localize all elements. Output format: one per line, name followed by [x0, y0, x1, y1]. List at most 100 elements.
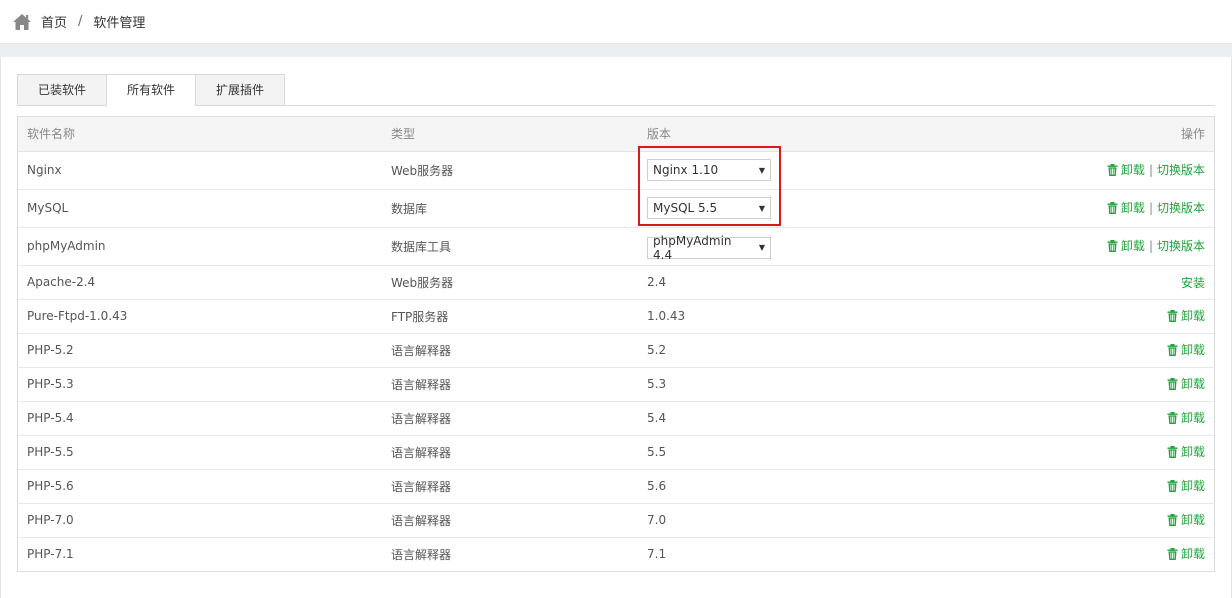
trash-icon: [1167, 344, 1178, 359]
table-row: Nginx Web服务器 Nginx 1.10 ▼ 卸载 | 切换版本: [18, 151, 1214, 189]
software-actions: 卸载 | 切换版本: [1038, 188, 1214, 227]
version-select-value: Nginx 1.10: [653, 163, 719, 177]
header-type: 类型: [382, 117, 638, 152]
uninstall-link[interactable]: 卸载: [1167, 445, 1205, 459]
software-type: 语言解释器: [382, 400, 638, 435]
trash-icon: [1167, 412, 1178, 427]
breadcrumb-current: 软件管理: [93, 16, 146, 31]
uninstall-link[interactable]: 卸载: [1107, 163, 1145, 177]
tab-all-software[interactable]: 所有软件: [106, 74, 196, 106]
software-type: 语言解释器: [382, 502, 638, 537]
install-link[interactable]: 安装: [1181, 276, 1205, 290]
uninstall-label: 卸载: [1180, 445, 1205, 459]
version-text: 5.6: [647, 479, 667, 493]
version-text: 7.1: [647, 547, 667, 562]
header-name: 软件名称: [18, 117, 382, 152]
software-name: MySQL: [18, 188, 382, 227]
uninstall-link[interactable]: 卸载: [1167, 377, 1205, 391]
uninstall-link[interactable]: 卸载: [1167, 411, 1205, 425]
version-text: 1.0.43: [647, 309, 686, 323]
version-text: 5.2: [647, 343, 667, 357]
uninstall-link[interactable]: 卸载: [1167, 547, 1205, 561]
table-row: PHP-5.4 语言解释器 5.4 卸载: [18, 400, 1214, 435]
uninstall-label: 卸载: [1180, 547, 1205, 562]
uninstall-label: 卸载: [1120, 239, 1145, 253]
software-name: PHP-5.6: [18, 468, 382, 503]
table-row: PHP-5.2 语言解释器 5.2 卸载: [18, 332, 1214, 367]
version-select-value: MySQL 5.5: [653, 201, 718, 215]
software-actions: 卸载: [1038, 536, 1214, 571]
software-type: Web服务器: [391, 163, 454, 178]
software-actions: 卸载: [1038, 502, 1214, 537]
software-type: 语言解释器: [382, 332, 638, 367]
version-select[interactable]: MySQL 5.5 ▼: [647, 197, 771, 219]
version-text: 5.5: [647, 445, 667, 459]
software-version: 7.1: [638, 536, 1038, 571]
software-actions: 卸载: [1038, 434, 1214, 469]
table-row: PHP-7.0 语言解释器 7.0 卸载: [18, 502, 1214, 537]
version-text: 7.0: [647, 513, 667, 527]
software-actions: 卸载: [1038, 332, 1214, 367]
software-actions: 卸载 | 切换版本: [1038, 151, 1214, 189]
table-row: phpMyAdmin 数据库工具 phpMyAdmin 4.4 ▼ 卸载 | 切换版本: [18, 226, 1214, 265]
breadcrumb-home[interactable]: 首页: [41, 12, 67, 31]
tab-installed[interactable]: 已装软件: [17, 74, 107, 106]
software-name: PHP-5.4: [18, 400, 382, 435]
software-version: Nginx 1.10 ▼: [638, 151, 1038, 189]
software-version: 1.0.43: [638, 298, 1038, 333]
uninstall-link[interactable]: 卸载: [1167, 309, 1205, 323]
software-type: 语言解释器: [382, 536, 638, 571]
table-row: PHP-5.5 语言解释器 5.5 卸载: [18, 434, 1214, 469]
software-actions: 安装: [1038, 264, 1214, 299]
software-version: 5.4: [638, 400, 1038, 435]
table-row: PHP-7.1 语言解释器 7.1 卸载: [18, 536, 1214, 571]
trash-icon: [1167, 548, 1178, 563]
header-version: 版本: [638, 117, 1038, 152]
uninstall-label: 卸载: [1180, 377, 1205, 391]
version-select[interactable]: phpMyAdmin 4.4 ▼: [647, 233, 771, 262]
software-type: 数据库工具: [382, 226, 638, 265]
software-type: 语言解释器: [382, 434, 638, 469]
software-type: Web服务器: [382, 264, 638, 299]
action-separator: |: [1148, 201, 1153, 215]
trash-icon: [1167, 310, 1178, 325]
software-actions: 卸载: [1038, 366, 1214, 401]
table-row: Apache-2.4 Web服务器 2.4 安装: [18, 264, 1214, 299]
software-name: phpMyAdmin: [18, 226, 382, 265]
software-name: PHP-7.0: [18, 502, 382, 537]
table-row: Pure-Ftpd-1.0.43 FTP服务器 1.0.43 卸载: [18, 298, 1214, 333]
uninstall-link[interactable]: 卸载: [1167, 479, 1205, 493]
software-name: PHP-7.1: [18, 536, 382, 571]
version-select-value: phpMyAdmin 4.4: [653, 233, 732, 262]
software-type: 数据库: [382, 188, 638, 227]
software-version: 7.0: [638, 502, 1038, 537]
software-version: 2.4: [638, 264, 1038, 299]
trash-icon: [1167, 378, 1178, 393]
trash-icon: [1167, 514, 1178, 529]
uninstall-label: 卸载: [1120, 201, 1145, 215]
uninstall-link[interactable]: 卸载: [1167, 343, 1205, 357]
software-name: PHP-5.3: [18, 366, 382, 401]
uninstall-link[interactable]: 卸载: [1167, 513, 1205, 527]
caret-down-icon: ▼: [758, 165, 765, 175]
tab-extensions[interactable]: 扩展插件: [195, 74, 285, 106]
table-row: PHP-5.3 语言解释器 5.3 卸载: [18, 366, 1214, 401]
software-actions: 卸载: [1038, 468, 1214, 503]
uninstall-label: 卸载: [1180, 513, 1205, 527]
switch-version-link[interactable]: 切换版本: [1157, 239, 1205, 253]
header-divider-band: [0, 44, 1232, 57]
version-select[interactable]: Nginx 1.10 ▼: [647, 159, 771, 181]
version-text: 2.4: [647, 275, 667, 289]
caret-down-icon: ▼: [758, 203, 765, 213]
home-icon[interactable]: [12, 13, 32, 31]
trash-icon: [1107, 240, 1118, 255]
software-table: 软件名称 类型 版本 操作 Nginx Web服务器 Nginx 1.10 ▼ 卸载 | 切…: [17, 116, 1215, 572]
software-name: Nginx: [27, 163, 62, 177]
switch-version-link[interactable]: 切换版本: [1157, 163, 1205, 177]
software-actions: 卸载: [1038, 298, 1214, 333]
uninstall-link[interactable]: 卸载: [1107, 201, 1145, 215]
switch-version-link[interactable]: 切换版本: [1157, 201, 1205, 215]
uninstall-link[interactable]: 卸载: [1107, 239, 1145, 253]
software-name: PHP-5.5: [18, 434, 382, 469]
uninstall-label: 卸载: [1180, 309, 1205, 323]
